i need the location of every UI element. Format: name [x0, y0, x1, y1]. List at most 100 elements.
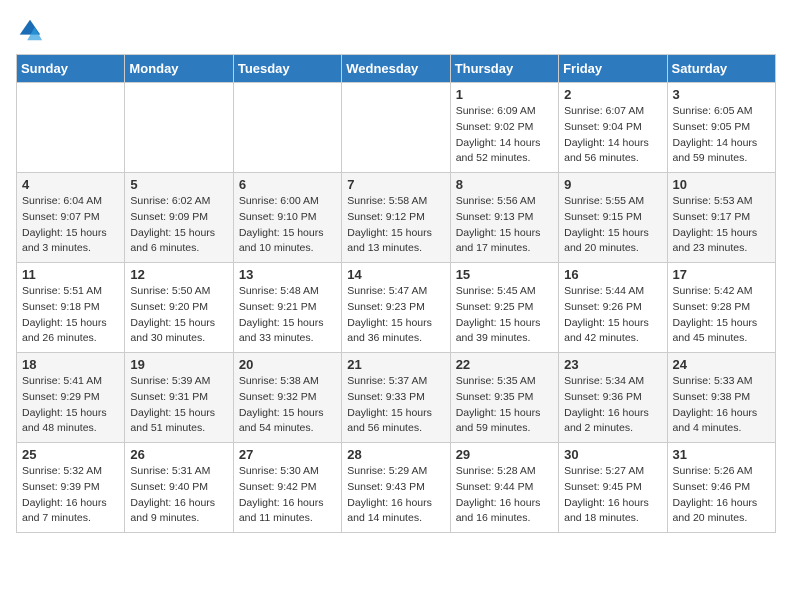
calendar-cell: 30Sunrise: 5:27 AM Sunset: 9:45 PM Dayli… [559, 443, 667, 533]
day-number: 13 [239, 267, 336, 282]
day-number: 19 [130, 357, 227, 372]
calendar-cell: 31 Sunrise: 5:26 AM Sunset: 9:46 PM Dayli… [667, 443, 775, 533]
day-info: Sunrise: 5:34 AM Sunset: 9:36 PM Dayligh… [564, 374, 661, 437]
day-info: Sunrise: 5:38 AM Sunset: 9:32 PM Dayligh… [239, 374, 336, 437]
day-number: 28 [347, 447, 444, 462]
calendar-cell: 18 Sunrise: 5:41 AM Sunset: 9:29 PM Dayli… [17, 353, 125, 443]
day-info: Sunrise: 5:58 AM Sunset: 9:12 PM Dayligh… [347, 194, 444, 257]
day-info: Sunrise: 5:26 AM Sunset: 9:46 PM Dayligh… [673, 464, 770, 527]
day-info: Sunrise: 6:02 AM Sunset: 9:09 PM Dayligh… [130, 194, 227, 257]
weekday-header-sunday: Sunday [17, 55, 125, 83]
day-number: 11 [22, 267, 119, 282]
day-number: 29 [456, 447, 553, 462]
day-info: Sunrise: 5:35 AM Sunset: 9:35 PM Dayligh… [456, 374, 553, 437]
calendar-week-5: 25 Sunrise: 5:32 AM Sunset: 9:39 PM Dayli… [17, 443, 776, 533]
weekday-header-tuesday: Tuesday [233, 55, 341, 83]
day-info: Sunrise: 6:00 AM Sunset: 9:10 PM Dayligh… [239, 194, 336, 257]
day-info: Sunrise: 5:30 AM Sunset: 9:42 PM Dayligh… [239, 464, 336, 527]
day-number: 23 [564, 357, 661, 372]
day-info: Sunrise: 5:48 AM Sunset: 9:21 PM Dayligh… [239, 284, 336, 347]
calendar-cell [125, 83, 233, 173]
calendar-cell: 11 Sunrise: 5:51 AM Sunset: 9:18 PM Dayli… [17, 263, 125, 353]
day-info: Sunrise: 6:09 AM Sunset: 9:02 PM Dayligh… [456, 104, 553, 167]
calendar-cell: 7 Sunrise: 5:58 AM Sunset: 9:12 PM Daylig… [342, 173, 450, 263]
day-info: Sunrise: 5:29 AM Sunset: 9:43 PM Dayligh… [347, 464, 444, 527]
day-number: 4 [22, 177, 119, 192]
day-info: Sunrise: 5:55 AM Sunset: 9:15 PM Dayligh… [564, 194, 661, 257]
calendar-cell: 25 Sunrise: 5:32 AM Sunset: 9:39 PM Dayli… [17, 443, 125, 533]
calendar-cell: 20 Sunrise: 5:38 AM Sunset: 9:32 PM Dayli… [233, 353, 341, 443]
day-number: 6 [239, 177, 336, 192]
weekday-header-monday: Monday [125, 55, 233, 83]
day-number: 25 [22, 447, 119, 462]
day-number: 1 [456, 87, 553, 102]
calendar-cell: 29 Sunrise: 5:28 AM Sunset: 9:44 PM Dayli… [450, 443, 558, 533]
day-info: Sunrise: 6:05 AM Sunset: 9:05 PM Dayligh… [673, 104, 770, 167]
page-header [16, 16, 776, 44]
calendar-week-2: 4 Sunrise: 6:04 AM Sunset: 9:07 PM Daylig… [17, 173, 776, 263]
calendar-cell [233, 83, 341, 173]
day-info: Sunrise: 5:37 AM Sunset: 9:33 PM Dayligh… [347, 374, 444, 437]
day-info: Sunrise: 5:53 AM Sunset: 9:17 PM Dayligh… [673, 194, 770, 257]
calendar-cell: 4 Sunrise: 6:04 AM Sunset: 9:07 PM Daylig… [17, 173, 125, 263]
calendar-cell: 14 Sunrise: 5:47 AM Sunset: 9:23 PM Dayli… [342, 263, 450, 353]
day-number: 20 [239, 357, 336, 372]
calendar-cell: 15 Sunrise: 5:45 AM Sunset: 9:25 PM Dayli… [450, 263, 558, 353]
calendar-cell: 12Sunrise: 5:50 AM Sunset: 9:20 PM Dayli… [125, 263, 233, 353]
day-info: Sunrise: 5:42 AM Sunset: 9:28 PM Dayligh… [673, 284, 770, 347]
day-info: Sunrise: 5:31 AM Sunset: 9:40 PM Dayligh… [130, 464, 227, 527]
calendar-cell: 24Sunrise: 5:33 AM Sunset: 9:38 PM Dayli… [667, 353, 775, 443]
day-number: 26 [130, 447, 227, 462]
calendar-cell: 10 Sunrise: 5:53 AM Sunset: 9:17 PM Dayli… [667, 173, 775, 263]
day-info: Sunrise: 5:56 AM Sunset: 9:13 PM Dayligh… [456, 194, 553, 257]
weekday-header-wednesday: Wednesday [342, 55, 450, 83]
day-number: 9 [564, 177, 661, 192]
calendar-cell: 27Sunrise: 5:30 AM Sunset: 9:42 PM Dayli… [233, 443, 341, 533]
day-number: 16 [564, 267, 661, 282]
calendar-cell: 19 Sunrise: 5:39 AM Sunset: 9:31 PM Dayli… [125, 353, 233, 443]
day-info: Sunrise: 5:51 AM Sunset: 9:18 PM Dayligh… [22, 284, 119, 347]
calendar-cell: 28 Sunrise: 5:29 AM Sunset: 9:43 PM Dayli… [342, 443, 450, 533]
day-info: Sunrise: 6:04 AM Sunset: 9:07 PM Dayligh… [22, 194, 119, 257]
day-number: 15 [456, 267, 553, 282]
calendar-cell: 8Sunrise: 5:56 AM Sunset: 9:13 PM Daylig… [450, 173, 558, 263]
day-number: 14 [347, 267, 444, 282]
calendar-cell: 17Sunrise: 5:42 AM Sunset: 9:28 PM Dayli… [667, 263, 775, 353]
day-info: Sunrise: 5:41 AM Sunset: 9:29 PM Dayligh… [22, 374, 119, 437]
day-info: Sunrise: 5:32 AM Sunset: 9:39 PM Dayligh… [22, 464, 119, 527]
day-info: Sunrise: 5:33 AM Sunset: 9:38 PM Dayligh… [673, 374, 770, 437]
calendar-cell: 21 Sunrise: 5:37 AM Sunset: 9:33 PM Dayli… [342, 353, 450, 443]
day-number: 10 [673, 177, 770, 192]
day-info: Sunrise: 5:39 AM Sunset: 9:31 PM Dayligh… [130, 374, 227, 437]
day-info: Sunrise: 5:47 AM Sunset: 9:23 PM Dayligh… [347, 284, 444, 347]
calendar-cell [17, 83, 125, 173]
calendar-cell: 13 Sunrise: 5:48 AM Sunset: 9:21 PM Dayli… [233, 263, 341, 353]
calendar-cell: 22Sunrise: 5:35 AM Sunset: 9:35 PM Dayli… [450, 353, 558, 443]
calendar-week-4: 18 Sunrise: 5:41 AM Sunset: 9:29 PM Dayli… [17, 353, 776, 443]
calendar-cell: 26 Sunrise: 5:31 AM Sunset: 9:40 PM Dayli… [125, 443, 233, 533]
calendar-cell: 16Sunrise: 5:44 AM Sunset: 9:26 PM Dayli… [559, 263, 667, 353]
day-number: 7 [347, 177, 444, 192]
logo-icon [16, 16, 44, 44]
weekday-header-friday: Friday [559, 55, 667, 83]
calendar-table: SundayMondayTuesdayWednesdayThursdayFrid… [16, 54, 776, 533]
calendar-cell: 2Sunrise: 6:07 AM Sunset: 9:04 PM Daylig… [559, 83, 667, 173]
day-number: 18 [22, 357, 119, 372]
header-row: SundayMondayTuesdayWednesdayThursdayFrid… [17, 55, 776, 83]
calendar-cell: 6 Sunrise: 6:00 AM Sunset: 9:10 PM Daylig… [233, 173, 341, 263]
calendar-cell: 1 Sunrise: 6:09 AM Sunset: 9:02 PM Daylig… [450, 83, 558, 173]
day-number: 30 [564, 447, 661, 462]
calendar-cell: 3Sunrise: 6:05 AM Sunset: 9:05 PM Daylig… [667, 83, 775, 173]
weekday-header-thursday: Thursday [450, 55, 558, 83]
day-number: 31 [673, 447, 770, 462]
calendar-week-1: 1 Sunrise: 6:09 AM Sunset: 9:02 PM Daylig… [17, 83, 776, 173]
calendar-week-3: 11 Sunrise: 5:51 AM Sunset: 9:18 PM Dayli… [17, 263, 776, 353]
weekday-header-saturday: Saturday [667, 55, 775, 83]
logo [16, 16, 48, 44]
day-number: 5 [130, 177, 227, 192]
day-info: Sunrise: 5:28 AM Sunset: 9:44 PM Dayligh… [456, 464, 553, 527]
day-number: 2 [564, 87, 661, 102]
day-info: Sunrise: 5:50 AM Sunset: 9:20 PM Dayligh… [130, 284, 227, 347]
day-info: Sunrise: 5:45 AM Sunset: 9:25 PM Dayligh… [456, 284, 553, 347]
day-number: 21 [347, 357, 444, 372]
